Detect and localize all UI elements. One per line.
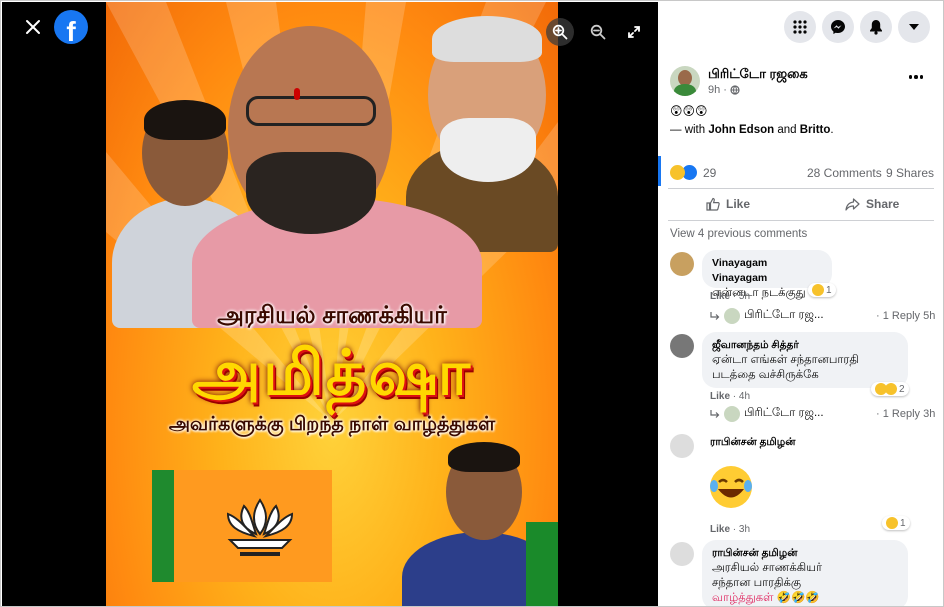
globe-icon xyxy=(730,85,740,95)
comment-like-link[interactable]: Like xyxy=(710,524,730,535)
shares-count[interactable]: 9 Shares xyxy=(886,166,934,180)
avatar[interactable] xyxy=(670,434,694,458)
comment-author[interactable]: ராபின்சன் தமிழன் xyxy=(712,546,898,561)
zoom-in-icon[interactable] xyxy=(546,18,574,46)
divider xyxy=(668,220,934,221)
avatar[interactable] xyxy=(670,66,700,96)
tag-john-edson[interactable]: John Edson xyxy=(708,124,774,136)
reply-arrow-icon xyxy=(710,312,720,320)
comment-author[interactable]: ஜீவானந்தம் சித்தர் xyxy=(712,338,898,353)
like-button[interactable]: Like xyxy=(706,197,750,211)
focus-indicator xyxy=(658,156,661,186)
post-meta: 9h · xyxy=(708,84,740,96)
grid-icon[interactable] xyxy=(784,11,816,43)
comments-count[interactable]: 28 Comments xyxy=(807,166,882,180)
post-details-panel: பிரிட்டோ ரஜகை 9h · 😲😲😲 — with John Edson… xyxy=(658,2,943,606)
share-icon xyxy=(845,197,860,211)
comment-bubble: ராபின்சன் தமிழன் அரசியல் சாணக்கியர் சந்த… xyxy=(702,540,908,606)
photo-viewer: f அரசியல் சாணக்கியர் அமித்ஷா அவர்களுக்கு… xyxy=(2,2,658,606)
avatar[interactable] xyxy=(670,252,694,276)
comment-like-link[interactable]: Like xyxy=(710,391,730,402)
chevron-down-icon[interactable] xyxy=(898,11,930,43)
poster-title: அமித்ஷா xyxy=(191,339,473,408)
tag-britto[interactable]: Britto xyxy=(800,124,831,136)
bell-icon[interactable] xyxy=(860,11,892,43)
zoom-out-icon[interactable] xyxy=(584,18,612,46)
expand-icon[interactable] xyxy=(620,18,648,46)
avatar[interactable] xyxy=(670,542,694,566)
comment-reactions[interactable]: 2 xyxy=(871,382,909,396)
avatar[interactable] xyxy=(670,334,694,358)
more-icon[interactable] xyxy=(906,70,926,84)
reply-count[interactable]: · 1 Reply 3h xyxy=(876,408,935,420)
post-text-emoji: 😲😲😲 xyxy=(670,104,708,118)
comment-meta: Like · 4h xyxy=(710,391,751,402)
comment-author[interactable]: Vinayagam Vinayagam xyxy=(712,256,822,286)
comment-reactions[interactable]: 1 xyxy=(808,283,836,297)
comment-meta: Like · 5h xyxy=(710,291,751,302)
haha-reaction-icon xyxy=(670,165,685,180)
comment-text: ஏன்டா எங்கள் சந்தானபாரதி xyxy=(712,354,859,366)
comment-text: படத்தை வச்சிருக்கே xyxy=(712,369,819,381)
comment-reactions[interactable]: 1 xyxy=(882,516,910,530)
comment-meta: Like · 3h xyxy=(710,524,751,535)
poster-caption: அவர்களுக்கு பிறந்த நாள் வாழ்த்துகள் xyxy=(168,414,496,435)
reply-preview[interactable]: பிரிட்டோ ரஜ... xyxy=(710,406,824,422)
reply-count[interactable]: · 1 Reply 5h xyxy=(876,310,935,322)
facebook-logo-icon[interactable]: f xyxy=(54,10,88,44)
comment-text: சந்தான பாரதிக்கு xyxy=(712,577,802,589)
close-icon[interactable] xyxy=(20,14,46,40)
laughing-emoji-icon xyxy=(710,466,752,508)
post-time[interactable]: 9h xyxy=(708,84,720,96)
post-photo: அரசியல் சாணக்கியர் அமித்ஷா அவர்களுக்கு ப… xyxy=(106,2,558,606)
poster-subtitle: அரசியல் சாணக்கியர் xyxy=(217,302,447,329)
reply-preview[interactable]: பிரிட்டோ ரஜ... xyxy=(710,308,824,324)
thumbs-up-icon xyxy=(706,197,720,211)
messenger-icon[interactable] xyxy=(822,11,854,43)
comment-author[interactable]: ராபின்சன் தமிழன் xyxy=(710,436,795,449)
comment-text: வாழ்த்துகள் 🤣🤣🤣 xyxy=(712,592,820,604)
divider xyxy=(668,188,934,189)
photo-viewer-window: f அரசியல் சாணக்கியர் அமித்ஷா அவர்களுக்கு… xyxy=(0,0,944,607)
share-button[interactable]: Share xyxy=(845,197,899,211)
avatar xyxy=(724,406,740,422)
reactions-count: 29 xyxy=(703,165,717,180)
comment-text: அரசியல் சாணக்கியர் xyxy=(712,562,822,574)
comment-like-link[interactable]: Like xyxy=(710,291,730,302)
lotus-symbol-icon xyxy=(226,498,294,556)
comment-bubble: ஜீவானந்தம் சித்தர் ஏன்டா எங்கள் சந்தானபா… xyxy=(702,332,908,388)
post-author[interactable]: பிரிட்டோ ரஜகை xyxy=(708,66,808,83)
avatar xyxy=(724,308,740,324)
reactions-summary[interactable]: 29 xyxy=(670,165,716,180)
view-previous-comments[interactable]: View 4 previous comments xyxy=(670,228,807,240)
reply-arrow-icon xyxy=(710,410,720,418)
post-tags: — with John Edson and Britto. xyxy=(670,124,834,136)
